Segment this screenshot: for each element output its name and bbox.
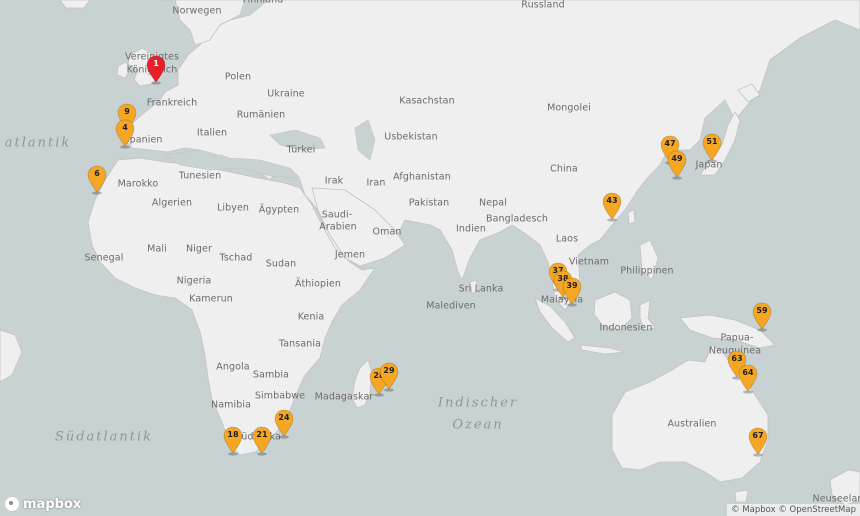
marker-label: 47 [664,139,676,148]
marker-label: 18 [227,430,239,439]
country-label-nigeria: Nigeria [176,275,212,287]
map-marker-67[interactable]: 67 [747,427,769,457]
map-marker-64[interactable]: 64 [737,364,759,394]
country-label-frankreich: Frankreich [146,97,198,109]
country-label-rumanien: Rumänien [236,109,286,121]
marker-label: 4 [122,123,128,132]
country-label-tansania: Tansania [278,338,322,350]
ocean-label-atlantik: atlantik [4,135,72,151]
country-label-finnland: Finnland [242,0,284,6]
country-label-agypten: Ägypten [258,204,300,216]
country-label-norwegen: Norwegen [172,5,222,17]
country-label-neuseeland: Neuseelan [812,493,860,505]
country-label-pakistan: Pakistan [408,197,450,209]
map-marker-21[interactable]: 21 [251,426,273,456]
country-label-laos: Laos [555,233,579,245]
country-label-mali: Mali [147,243,167,255]
map-marker-59[interactable]: 59 [751,302,773,332]
country-label-mongolei: Mongolei [547,102,591,114]
map-marker-39[interactable]: 39 [561,277,583,307]
country-label-srilanka: Sri Lanka [458,283,504,295]
map-marker-24[interactable]: 24 [273,409,295,439]
world-map[interactable]: NorwegenFinnlandRusslandVereinigtesKönig… [0,0,860,516]
country-label-senegal: Senegal [84,252,124,264]
ocean-label-indischer: Indischer [437,395,519,411]
marker-label: 9 [124,107,130,116]
marker-label: 67 [752,431,764,440]
country-label-bangladesch: Bangladesch [485,213,549,225]
country-label-iran: Iran [366,177,386,189]
country-label-australien: Australien [667,418,717,430]
map-marker-18[interactable]: 18 [222,426,244,456]
country-label-ukraine: Ukraine [267,88,305,100]
marker-label: 24 [278,413,290,422]
attribution-osm-link[interactable]: © OpenStreetMap [778,505,856,515]
map-marker-6[interactable]: 6 [86,165,108,195]
country-label-italien: Italien [196,127,228,139]
marker-label: 29 [383,366,395,375]
country-label-arabien: Arabien [319,221,357,233]
country-label-afghanistan: Afghanistan [393,171,451,183]
map-marker-43[interactable]: 43 [601,192,623,222]
country-label-algerien: Algerien [151,197,193,209]
mapbox-logo-text: mapbox [23,496,82,512]
marker-label: 64 [742,368,754,377]
ocean-label-sudatlantik: Südatlantik [54,429,154,445]
country-label-indonesien: Indonesien [599,322,653,334]
ocean-label-ozean: Ozean [452,417,504,433]
country-label-marokko: Marokko [117,178,159,190]
country-label-turkei: Türkei [286,144,316,156]
country-label-indien: Indien [456,223,486,235]
country-label-oman: Oman [372,226,402,238]
country-label-sambia: Sambia [252,369,290,381]
marker-label: 21 [256,430,268,439]
map-marker-49[interactable]: 49 [666,150,688,180]
attribution-mapbox-link[interactable]: © Mapbox [731,505,776,515]
marker-label: 59 [756,306,768,315]
country-label-irak: Irak [324,175,344,187]
country-label-sudan: Sudan [265,258,297,270]
country-label-russland: Russland [521,0,565,11]
country-label-malediven: Malediven [426,300,476,312]
marker-label: 43 [606,196,618,205]
mapbox-logo-icon [4,496,20,512]
country-label-madagaskar: Madagaskar [314,391,374,403]
marker-label: 39 [566,281,578,290]
country-label-nepal: Nepal [479,197,507,209]
country-label-china: China [550,163,578,175]
country-label-jemen: Jemen [334,249,366,261]
country-label-athiopien: Äthiopien [295,278,341,290]
map-marker-selected[interactable]: 1 [145,55,167,85]
country-label-kenia: Kenia [297,311,325,323]
mapbox-logo[interactable]: mapbox [4,496,81,512]
marker-label: 6 [94,169,100,178]
map-attribution: © Mapbox © OpenStreetMap [727,504,860,516]
country-label-kamerun: Kamerun [189,293,233,305]
marker-label: 1 [153,59,159,68]
country-label-vietnam: Vietnam [568,256,610,268]
marker-label: 49 [671,154,683,163]
marker-label: 63 [731,354,743,363]
country-label-saudi: Saudi- [321,209,353,221]
country-label-namibia: Namibia [210,399,252,411]
country-label-kasachstan: Kasachstan [399,95,455,107]
country-label-usbekistan: Usbekistan [384,131,438,143]
country-label-angola: Angola [216,361,250,373]
country-label-papua: Papua- [720,332,754,344]
map-marker-4[interactable]: 4 [114,119,136,149]
country-label-philippinen: Philippinen [620,265,674,277]
country-label-libyen: Libyen [216,202,250,214]
country-label-tunesien: Tunesien [178,170,222,182]
marker-label: 51 [706,137,718,146]
map-marker-29[interactable]: 29 [378,362,400,392]
country-label-niger: Niger [185,243,213,255]
country-label-simbabwe: Simbabwe [254,390,306,402]
map-marker-51[interactable]: 51 [701,133,723,163]
country-label-polen: Polen [224,71,252,83]
country-label-tschad: Tschad [219,252,253,264]
